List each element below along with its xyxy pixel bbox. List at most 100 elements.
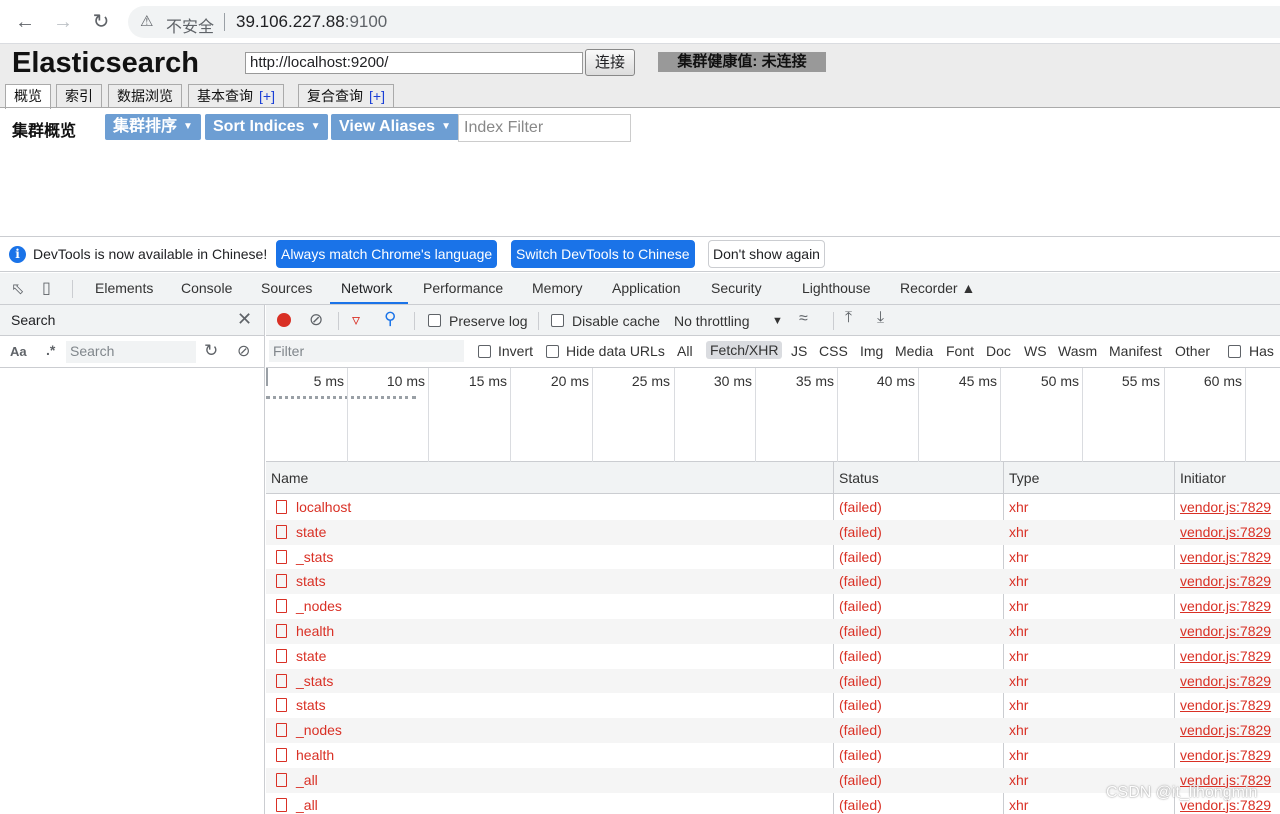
forward-arrow-icon[interactable]: →	[50, 9, 76, 35]
tab-console[interactable]: Console	[181, 280, 232, 296]
close-icon[interactable]: ✕	[237, 309, 252, 330]
tab-lighthouse[interactable]: Lighthouse	[802, 280, 871, 296]
device-toolbar-icon[interactable]: ▯	[42, 278, 51, 298]
tab-security[interactable]: Security	[711, 280, 762, 296]
table-row[interactable]: _nodes (failed) xhr vendor.js:7829	[266, 594, 1280, 619]
request-initiator[interactable]: vendor.js:7829	[1180, 623, 1271, 639]
type-filter-all[interactable]: All	[677, 343, 693, 359]
switch-to-chinese-button[interactable]: Switch DevTools to Chinese	[511, 240, 695, 268]
type-filter-js[interactable]: JS	[791, 343, 807, 359]
record-icon[interactable]	[277, 313, 291, 327]
view-aliases-dropdown[interactable]: View Aliases ▼	[331, 114, 459, 140]
tab-performance[interactable]: Performance	[423, 280, 503, 296]
clear-icon[interactable]: ⊘	[237, 341, 250, 361]
request-initiator[interactable]: vendor.js:7829	[1180, 524, 1271, 540]
invert-label: Invert	[498, 343, 534, 359]
tab-elements[interactable]: Elements	[95, 280, 153, 296]
column-header-status[interactable]: Status	[839, 470, 879, 486]
tab-compound-query[interactable]: 复合查询 [+]	[298, 84, 394, 108]
table-row[interactable]: _stats (failed) xhr vendor.js:7829	[266, 668, 1280, 694]
table-row[interactable]: state (failed) xhr vendor.js:7829	[266, 644, 1280, 669]
url-text[interactable]: 39.106.227.88:9100	[236, 12, 387, 32]
request-status: (failed)	[839, 697, 882, 714]
requests-table: Name Status Type Initiator localhost (fai…	[266, 462, 1280, 814]
add-tab-link[interactable]: [+]	[259, 88, 275, 104]
export-har-icon[interactable]: ⤓	[877, 309, 884, 327]
type-filter-ws[interactable]: WS	[1024, 343, 1047, 359]
hide-data-urls-checkbox[interactable]	[546, 345, 559, 358]
tab-application[interactable]: Application	[612, 280, 681, 296]
search-panel: Search ✕ Aa .* Search ↻ ⊘	[0, 305, 265, 814]
type-filter-other[interactable]: Other	[1175, 343, 1210, 359]
invert-checkbox[interactable]	[478, 345, 491, 358]
clear-log-icon[interactable]: ⊘	[309, 310, 323, 330]
tab-sources[interactable]: Sources	[261, 280, 312, 296]
request-initiator[interactable]: vendor.js:7829	[1180, 549, 1271, 565]
add-tab-link[interactable]: [+]	[369, 88, 385, 104]
tab-overview[interactable]: 概览	[5, 84, 51, 109]
warning-icon[interactable]: ⚠	[140, 12, 153, 30]
preserve-log-checkbox[interactable]	[428, 314, 441, 327]
type-filter-css[interactable]: CSS	[819, 343, 848, 359]
type-filter-font[interactable]: Font	[946, 343, 974, 359]
caret-down-icon[interactable]: ▼	[772, 315, 783, 327]
column-header-initiator[interactable]: Initiator	[1180, 470, 1226, 486]
index-filter-input[interactable]: Index Filter	[458, 114, 631, 142]
type-filter-manifest[interactable]: Manifest	[1109, 343, 1162, 359]
type-filter-doc[interactable]: Doc	[986, 343, 1011, 359]
table-row[interactable]: state (failed) xhr vendor.js:7829	[266, 519, 1280, 545]
type-filter-media[interactable]: Media	[895, 343, 933, 359]
insecure-label[interactable]: 不安全	[166, 13, 214, 37]
has-blocked-cookies-checkbox[interactable]	[1228, 345, 1241, 358]
sort-indices-dropdown[interactable]: Sort Indices ▼	[205, 114, 329, 140]
tab-basic-query[interactable]: 基本查询 [+]	[188, 84, 284, 108]
table-row[interactable]: _stats (failed) xhr vendor.js:7829	[266, 545, 1280, 570]
network-conditions-icon[interactable]: ≈	[799, 310, 808, 328]
disable-cache-checkbox[interactable]	[551, 314, 564, 327]
request-name: health	[296, 747, 335, 763]
cluster-sort-dropdown[interactable]: 集群排序 ▼	[105, 114, 201, 140]
table-row[interactable]: stats (failed) xhr vendor.js:7829	[266, 569, 1280, 595]
reload-icon[interactable]: ↻	[88, 9, 114, 35]
connect-url-input[interactable]: http://localhost:9200/	[245, 52, 583, 74]
dont-show-again-button[interactable]: Don't show again	[708, 240, 825, 268]
search-icon[interactable]: ⚲	[384, 309, 396, 329]
tab-data-browse[interactable]: 数据浏览	[108, 84, 182, 108]
dropdown-label: Sort Indices	[213, 118, 305, 135]
tab-memory[interactable]: Memory	[532, 280, 583, 296]
request-initiator[interactable]: vendor.js:7829	[1180, 747, 1271, 763]
table-row[interactable]: stats (failed) xhr vendor.js:7829	[266, 693, 1280, 718]
type-filter-wasm[interactable]: Wasm	[1058, 343, 1097, 359]
refresh-icon[interactable]: ↻	[204, 341, 218, 361]
tab-recorder[interactable]: Recorder ▲	[900, 280, 975, 296]
request-initiator[interactable]: vendor.js:7829	[1180, 598, 1271, 614]
tab-network[interactable]: Network	[341, 280, 392, 296]
filter-funnel-icon[interactable]: ▿	[352, 310, 360, 330]
type-filter-fetch-xhr[interactable]: Fetch/XHR	[706, 341, 783, 359]
back-arrow-icon[interactable]: ←	[12, 9, 38, 35]
table-row[interactable]: health (failed) xhr vendor.js:7829	[266, 619, 1280, 644]
request-initiator[interactable]: vendor.js:7829	[1180, 697, 1271, 713]
table-row[interactable]: health (failed) xhr vendor.js:7829	[266, 743, 1280, 768]
request-initiator[interactable]: vendor.js:7829	[1180, 648, 1271, 664]
table-row[interactable]: _nodes (failed) xhr vendor.js:7829	[266, 718, 1280, 743]
type-filter-img[interactable]: Img	[860, 343, 883, 359]
always-match-language-button[interactable]: Always match Chrome's language	[276, 240, 498, 268]
column-header-type[interactable]: Type	[1009, 470, 1039, 486]
request-initiator[interactable]: vendor.js:7829	[1180, 573, 1271, 589]
regex-toggle[interactable]: .*	[46, 342, 55, 358]
request-initiator[interactable]: vendor.js:7829	[1180, 673, 1271, 689]
match-case-toggle[interactable]: Aa	[10, 344, 27, 359]
tab-indices[interactable]: 索引	[56, 84, 102, 108]
throttling-select[interactable]: No throttling	[674, 313, 749, 329]
filter-input[interactable]: Filter	[269, 340, 464, 362]
search-input[interactable]: Search	[66, 341, 196, 363]
inspect-element-icon[interactable]: ⬁	[11, 279, 24, 299]
address-bar[interactable]: ⚠ 不安全 39.106.227.88:9100	[128, 6, 1280, 38]
column-header-name[interactable]: Name	[271, 470, 308, 486]
table-row[interactable]: localhost (failed) xhr vendor.js:7829	[266, 495, 1280, 520]
request-initiator[interactable]: vendor.js:7829	[1180, 499, 1271, 515]
connect-button[interactable]: 连接	[585, 49, 635, 76]
request-initiator[interactable]: vendor.js:7829	[1180, 722, 1271, 738]
import-har-icon[interactable]: ⤒	[845, 309, 852, 327]
